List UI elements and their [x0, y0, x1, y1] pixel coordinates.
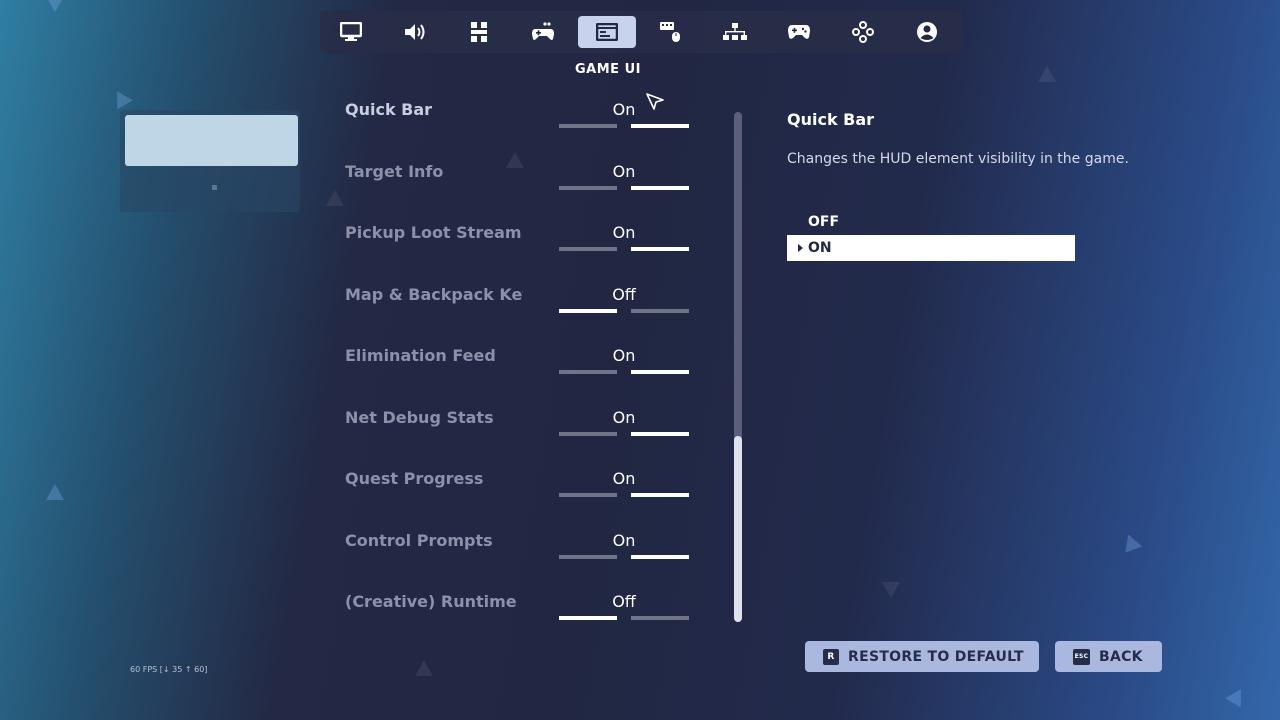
tab-video[interactable]	[322, 16, 380, 48]
option-on-selected[interactable]: ON	[787, 235, 1075, 261]
toggle-segment-on	[631, 247, 689, 251]
setting-row-quest-progress[interactable]: Quest Progress On	[345, 469, 695, 509]
setting-row-elimination-feed[interactable]: Elimination Feed On	[345, 346, 695, 386]
back-button[interactable]: ESC BACK	[1055, 641, 1162, 672]
controller-settings-icon	[532, 22, 554, 40]
setting-value: On	[612, 346, 636, 365]
toggle-segment-off	[559, 493, 617, 497]
settings-scrollbar-thumb[interactable]	[734, 436, 742, 622]
detail-description: Changes the HUD element visibility in th…	[787, 151, 1129, 167]
setting-value: Off	[612, 592, 636, 611]
toggle-segment-off	[559, 616, 617, 620]
back-label: BACK	[1099, 648, 1143, 665]
fps-counter: 60 FPS [↓ 35 ↑ 60]	[130, 665, 208, 674]
setting-value: On	[612, 531, 636, 550]
setting-row-net-debug-stats[interactable]: Net Debug Stats On	[345, 408, 695, 448]
bg-triangle	[415, 660, 433, 676]
bg-triangle	[109, 86, 133, 110]
toggle-segment-off	[559, 247, 617, 251]
bg-triangle	[326, 190, 344, 206]
toggle-segment-on	[631, 555, 689, 559]
bg-triangle	[1225, 684, 1249, 708]
network-icon	[723, 23, 747, 40]
game-ui-icon	[596, 23, 618, 41]
toggle-segment-on	[631, 186, 689, 190]
setting-row-pickup-loot-stream[interactable]: Pickup Loot Stream On	[345, 223, 695, 263]
setting-row-target-info[interactable]: Target Info On	[345, 162, 695, 202]
toggle-segment-on	[631, 370, 689, 374]
toggle-segment-off	[559, 432, 617, 436]
setting-label: Pickup Loot Stream	[345, 223, 522, 242]
setting-label: (Creative) Runtime Info	[345, 592, 523, 611]
tab-account[interactable]	[898, 16, 956, 48]
tab-controller-settings[interactable]	[514, 16, 572, 48]
detail-title: Quick Bar	[787, 110, 875, 129]
setting-row-creative-runtime[interactable]: (Creative) Runtime Info Off	[345, 592, 695, 632]
option-label: OFF	[808, 214, 840, 230]
setting-value: On	[612, 100, 636, 119]
hud-preview-quickbar	[125, 115, 298, 166]
toggle-segment-on	[631, 616, 689, 620]
toggle-segment-off	[559, 370, 617, 374]
monitor-icon	[340, 22, 362, 41]
toggle-segment-off	[559, 124, 617, 128]
section-title: GAME UI	[575, 62, 641, 77]
setting-row-control-prompts[interactable]: Control Prompts On	[345, 531, 695, 571]
toggle-segment-on	[631, 124, 689, 128]
toggle-segment-on	[631, 493, 689, 497]
r-key-icon: R	[823, 648, 839, 665]
selection-arrow-icon	[798, 244, 803, 252]
tab-game-ui[interactable]	[578, 16, 636, 48]
bg-triangle	[882, 582, 900, 598]
tab-accessibility[interactable]	[450, 16, 508, 48]
bg-triangle	[1038, 66, 1056, 82]
tab-audio[interactable]	[386, 16, 444, 48]
setting-value: On	[612, 408, 636, 427]
setting-label: Control Prompts	[345, 531, 493, 550]
toggle-segment-off	[559, 186, 617, 190]
setting-value: On	[612, 469, 636, 488]
dpad-icon	[852, 21, 874, 43]
setting-label: Target Info	[345, 162, 444, 181]
option-label: ON	[808, 240, 832, 256]
setting-value: On	[612, 162, 636, 181]
setting-value: On	[612, 223, 636, 242]
tab-network[interactable]	[706, 16, 764, 48]
toggle-segment-off	[559, 309, 617, 313]
setting-label: Quest Progress	[345, 469, 484, 488]
setting-label: Elimination Feed	[345, 346, 496, 365]
setting-row-map-backpack-key[interactable]: Map & Backpack Key Shortcuts Off	[345, 285, 695, 325]
tab-keyboard-mouse[interactable]	[642, 16, 700, 48]
grid-icon	[471, 22, 487, 42]
account-icon	[917, 22, 937, 42]
bg-triangle	[1119, 531, 1143, 553]
toggle-segment-on	[631, 432, 689, 436]
toggle-segment-on	[631, 309, 689, 313]
esc-key-icon: ESC	[1073, 648, 1090, 665]
setting-value: Off	[612, 285, 636, 304]
bg-triangle	[46, 0, 64, 12]
hud-preview-dot	[212, 185, 217, 190]
keyboard-mouse-icon	[660, 22, 680, 42]
settings-tab-bar	[320, 11, 963, 53]
toggle-segment-off	[559, 555, 617, 559]
restore-default-label: RESTORE TO DEFAULT	[848, 648, 1024, 665]
tab-touch[interactable]	[834, 16, 892, 48]
restore-default-button[interactable]: R RESTORE TO DEFAULT	[805, 641, 1039, 672]
gamepad-icon	[788, 25, 810, 39]
bg-triangle	[46, 484, 64, 500]
speaker-icon	[405, 24, 425, 40]
setting-label: Map & Backpack Key Shortcuts	[345, 285, 523, 304]
setting-label: Quick Bar	[345, 100, 433, 119]
mouse-cursor-icon	[646, 93, 664, 110]
option-off[interactable]: OFF	[787, 209, 1075, 235]
tab-controller[interactable]	[770, 16, 828, 48]
setting-label: Net Debug Stats	[345, 408, 494, 427]
setting-row-quick-bar[interactable]: Quick Bar On	[345, 100, 695, 140]
